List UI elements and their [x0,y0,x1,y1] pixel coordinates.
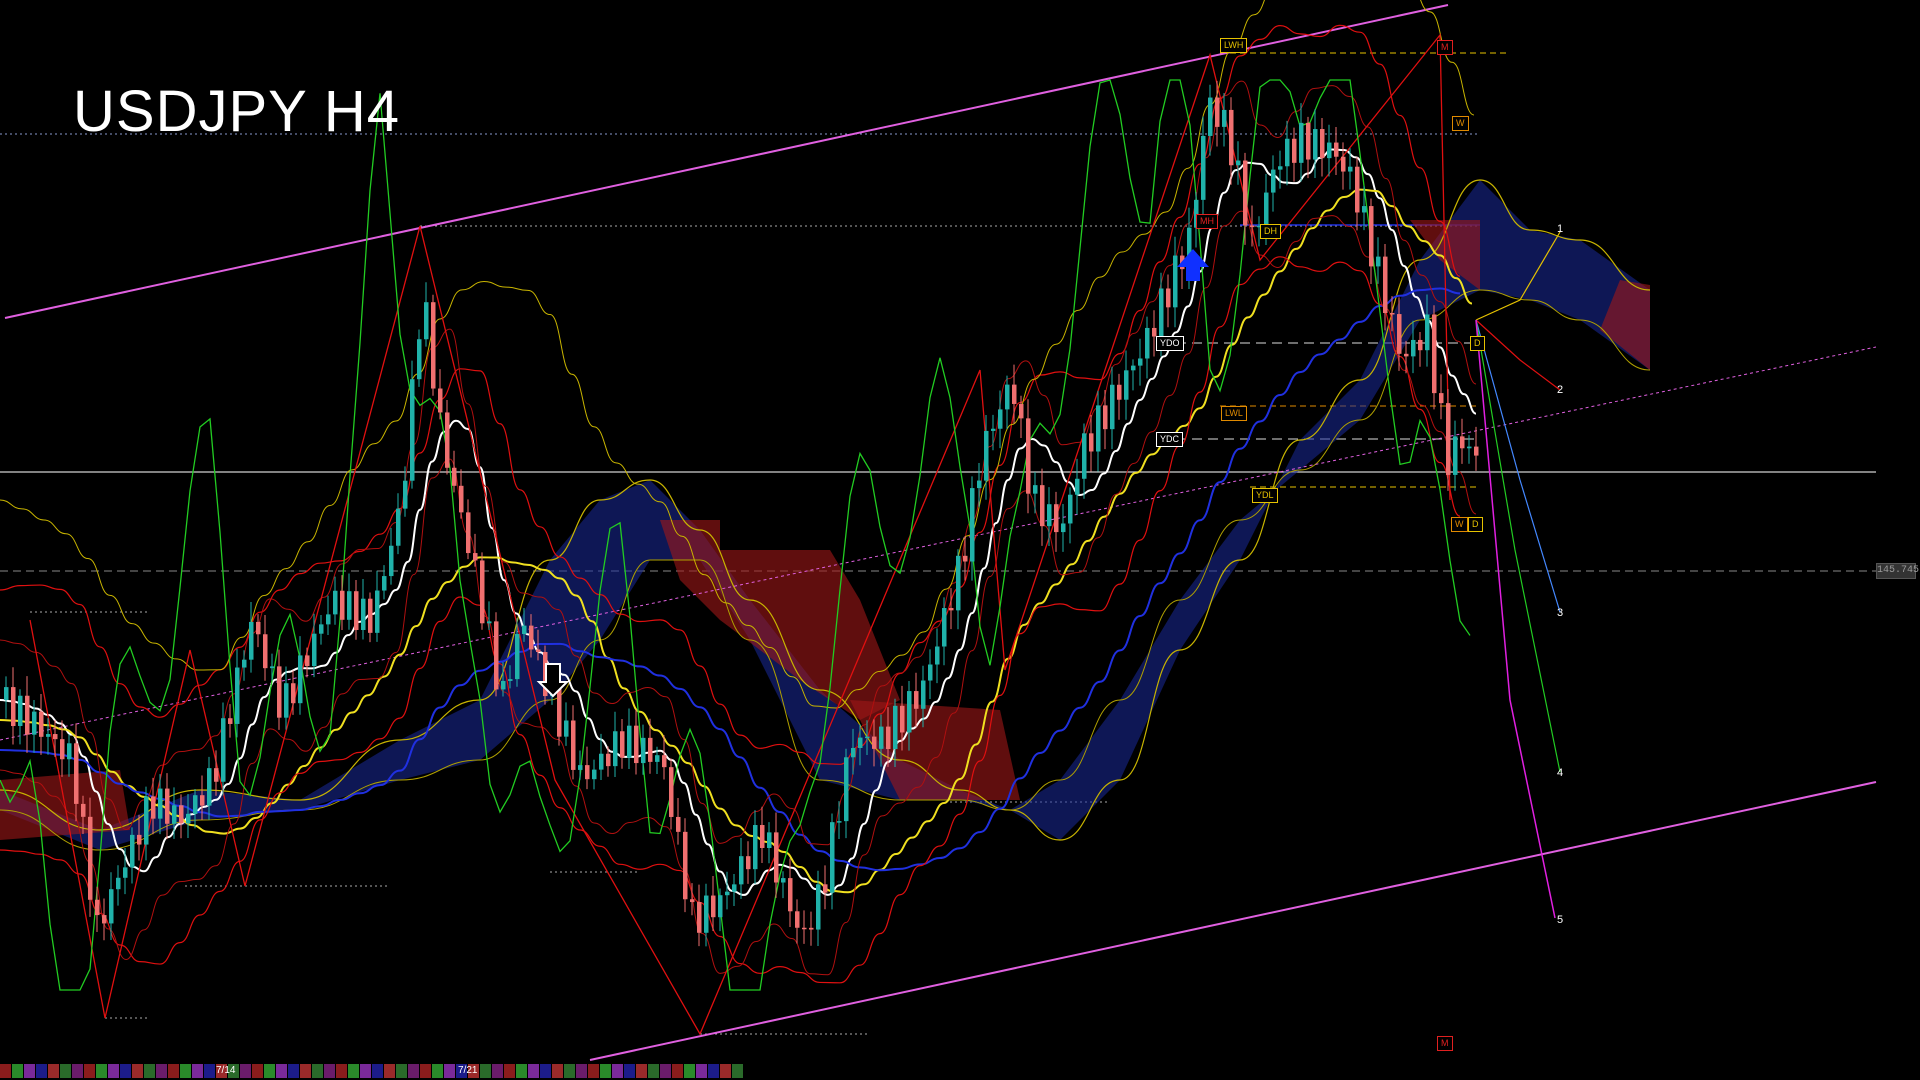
daily-bottom-label: D [1468,517,1483,532]
chart-title: USDJPY H4 [73,79,401,144]
fan-label-1: 1 [1557,223,1564,235]
ydc-label: YDC [1156,432,1184,447]
fan-label-3: 3 [1557,607,1564,619]
time-label-7-21: 7/21 [458,1065,478,1076]
fan-label-2: 2 [1557,384,1564,396]
ydo-label: YDO [1156,336,1184,351]
dh-label: DH [1260,224,1281,239]
lwh-label: LWH [1220,38,1248,53]
lwl-label: LWL [1221,406,1247,421]
mh-label: MH [1196,214,1218,229]
fan-label-5: 5 [1557,914,1564,926]
monthly-bottom-label: M [1437,1036,1453,1051]
weekly-top-label: W [1452,116,1469,131]
price-axis-label: 145.745 [1876,563,1919,579]
weekly-bottom-label: W [1451,517,1468,532]
time-axis: 7/14 7/21 [0,1062,1920,1080]
ydl-label: YDL [1252,488,1278,503]
time-label-7-14: 7/14 [216,1065,236,1076]
monthly-top-label: M [1437,40,1453,55]
fan-label-4: 4 [1557,767,1564,779]
price-chart[interactable] [0,0,1920,1080]
daily-right-label: D [1470,336,1485,351]
